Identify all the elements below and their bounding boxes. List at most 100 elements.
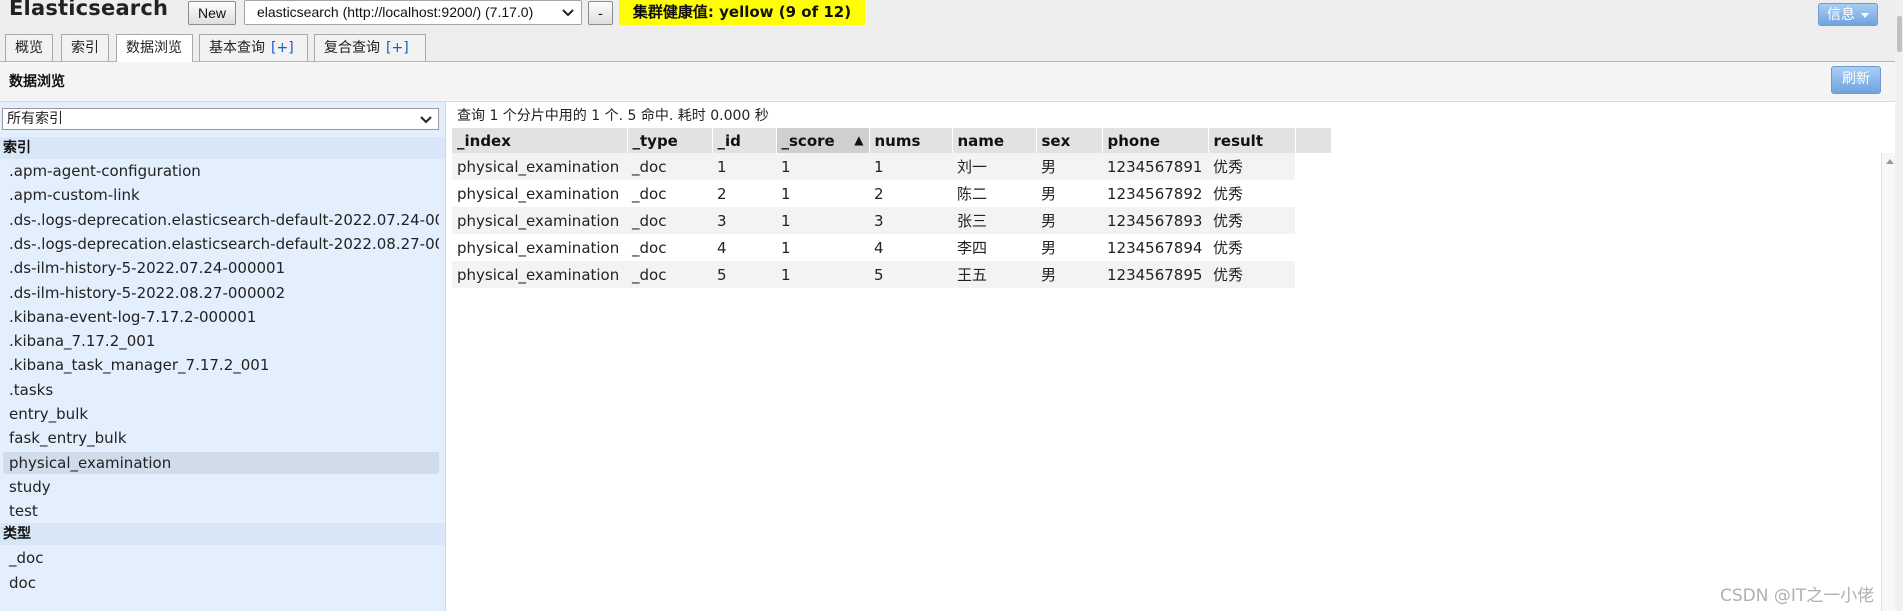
cell-score: 1 xyxy=(776,234,869,261)
tab-basic-query[interactable]: 基本查询 [+] xyxy=(199,34,308,61)
app-title: Elasticsearch xyxy=(9,0,169,20)
column-header[interactable]: nums xyxy=(869,128,953,153)
sidebar-index-item[interactable]: .ds-.logs-deprecation.elasticsearch-defa… xyxy=(3,233,439,255)
table-header-row: _index _type _id _score ▲ nums name sex p… xyxy=(452,128,1332,153)
column-header-spacer xyxy=(1295,128,1332,153)
cell-result: 优秀 xyxy=(1208,207,1295,234)
cell-spacer xyxy=(1295,207,1331,234)
caret-down-icon xyxy=(1861,13,1869,18)
column-header[interactable]: _id xyxy=(712,128,777,153)
tab-indices[interactable]: 索引 xyxy=(61,34,109,61)
cell-sex: 男 xyxy=(1036,261,1102,288)
section-header: 数据浏览 刷新 xyxy=(0,62,1903,102)
results-table: _index _type _id _score ▲ nums name sex p… xyxy=(452,128,1332,288)
index-filter-select[interactable]: 所有索引 xyxy=(2,108,439,130)
cell-name: 李四 xyxy=(952,234,1036,261)
tab-label: 复合查询 xyxy=(324,40,380,56)
sidebar: 所有索引 索引 .apm-agent-configuration .apm-cu… xyxy=(0,102,446,611)
column-header-sorted[interactable]: _score ▲ xyxy=(776,128,870,153)
cell-phone: 1234567891 xyxy=(1102,153,1208,180)
sidebar-index-item[interactable]: .ds-ilm-history-5-2022.08.27-000002 xyxy=(3,282,439,304)
types-group-header: 类型 xyxy=(0,523,445,545)
cell-phone: 1234567894 xyxy=(1102,234,1208,261)
results-scrollbar[interactable] xyxy=(1881,153,1896,611)
scroll-up-arrow-icon[interactable] xyxy=(1886,159,1894,164)
page-scrollbar-thumb[interactable] xyxy=(1897,16,1902,52)
chevron-down-icon xyxy=(562,9,574,17)
sidebar-index-item[interactable]: fask_entry_bulk xyxy=(3,427,439,449)
disconnect-button[interactable]: - xyxy=(588,1,613,25)
cell-name: 王五 xyxy=(952,261,1036,288)
cell-sex: 男 xyxy=(1036,153,1102,180)
watermark: CSDN @IT之一小佬 xyxy=(1720,586,1875,606)
refresh-button[interactable]: 刷新 xyxy=(1831,66,1881,94)
cell-spacer xyxy=(1295,234,1331,261)
sidebar-index-item[interactable]: .ds-.logs-deprecation.elasticsearch-defa… xyxy=(3,209,439,231)
tab-bar: 概览 索引 数据浏览 基本查询 [+] 复合查询 [+] xyxy=(0,32,1903,62)
sidebar-index-item[interactable]: .kibana_7.17.2_001 xyxy=(3,330,439,352)
column-header[interactable]: _index xyxy=(452,128,628,153)
top-header: Elasticsearch New elasticsearch (http://… xyxy=(0,0,1903,32)
cell-nums: 2 xyxy=(869,180,952,207)
tab-label: 概览 xyxy=(15,40,43,56)
column-header[interactable]: phone xyxy=(1102,128,1209,153)
add-query-link[interactable]: [+] xyxy=(271,40,294,56)
sidebar-type-item[interactable]: doc xyxy=(3,572,439,594)
cell-name: 陈二 xyxy=(952,180,1036,207)
tab-overview[interactable]: 概览 xyxy=(5,34,53,61)
cell-index: physical_examination xyxy=(452,261,627,288)
new-connection-button[interactable]: New xyxy=(188,1,236,25)
table-row[interactable]: physical_examination _doc 2 1 2 陈二 男 123… xyxy=(452,180,1331,207)
sidebar-index-item[interactable]: .ds-ilm-history-5-2022.07.24-000001 xyxy=(3,257,439,279)
cluster-health-badge: 集群健康值: yellow (9 of 12) xyxy=(619,0,865,25)
cell-name: 张三 xyxy=(952,207,1036,234)
cell-spacer xyxy=(1295,180,1331,207)
cell-index: physical_examination xyxy=(452,207,627,234)
table-row[interactable]: physical_examination _doc 3 1 3 张三 男 123… xyxy=(452,207,1331,234)
sidebar-index-item[interactable]: .kibana_task_manager_7.17.2_001 xyxy=(3,354,439,376)
tab-compound-query[interactable]: 复合查询 [+] xyxy=(314,34,426,61)
sidebar-index-item[interactable]: .apm-agent-configuration xyxy=(3,160,439,182)
sidebar-type-item[interactable]: _doc xyxy=(3,547,439,569)
cell-nums: 4 xyxy=(869,234,952,261)
sidebar-index-item[interactable]: study xyxy=(3,476,439,498)
column-header[interactable]: sex xyxy=(1036,128,1103,153)
page-scrollbar[interactable] xyxy=(1895,0,1903,611)
cell-score: 1 xyxy=(776,261,869,288)
cluster-url-select[interactable]: elasticsearch (http://localhost:9200/) (… xyxy=(244,0,582,25)
cell-id: 3 xyxy=(712,207,776,234)
sidebar-index-item[interactable]: .tasks xyxy=(3,379,439,401)
tab-label: 数据浏览 xyxy=(126,40,182,56)
sidebar-index-item[interactable]: .kibana-event-log-7.17.2-000001 xyxy=(3,306,439,328)
info-menu-button[interactable]: 信息 xyxy=(1818,3,1878,26)
tab-label: 索引 xyxy=(71,40,99,56)
cell-spacer xyxy=(1295,261,1331,288)
table-row[interactable]: physical_examination _doc 5 1 5 王五 男 123… xyxy=(452,261,1331,288)
cell-type: _doc xyxy=(627,153,712,180)
column-header[interactable]: result xyxy=(1208,128,1296,153)
cell-result: 优秀 xyxy=(1208,180,1295,207)
add-query-link[interactable]: [+] xyxy=(386,40,409,56)
sidebar-index-item[interactable]: test xyxy=(3,500,439,522)
table-row[interactable]: physical_examination _doc 4 1 4 李四 男 123… xyxy=(452,234,1331,261)
cell-phone: 1234567892 xyxy=(1102,180,1208,207)
cell-type: _doc xyxy=(627,261,712,288)
cell-index: physical_examination xyxy=(452,153,627,180)
tab-label: 基本查询 xyxy=(209,40,265,56)
sidebar-index-item[interactable]: .apm-custom-link xyxy=(3,184,439,206)
sidebar-index-item[interactable]: entry_bulk xyxy=(3,403,439,425)
cell-id: 2 xyxy=(712,180,776,207)
cell-id: 4 xyxy=(712,234,776,261)
cell-nums: 1 xyxy=(869,153,952,180)
column-header[interactable]: name xyxy=(952,128,1037,153)
table-row[interactable]: physical_examination _doc 1 1 1 刘一 男 123… xyxy=(452,153,1331,180)
cell-sex: 男 xyxy=(1036,234,1102,261)
cell-nums: 5 xyxy=(869,261,952,288)
cell-index: physical_examination xyxy=(452,180,627,207)
cell-id: 5 xyxy=(712,261,776,288)
cell-name: 刘一 xyxy=(952,153,1036,180)
sidebar-index-item-selected[interactable]: physical_examination xyxy=(3,452,439,474)
column-header[interactable]: _type xyxy=(627,128,713,153)
sort-asc-icon: ▲ xyxy=(854,132,864,147)
tab-data-browse[interactable]: 数据浏览 xyxy=(116,34,193,62)
